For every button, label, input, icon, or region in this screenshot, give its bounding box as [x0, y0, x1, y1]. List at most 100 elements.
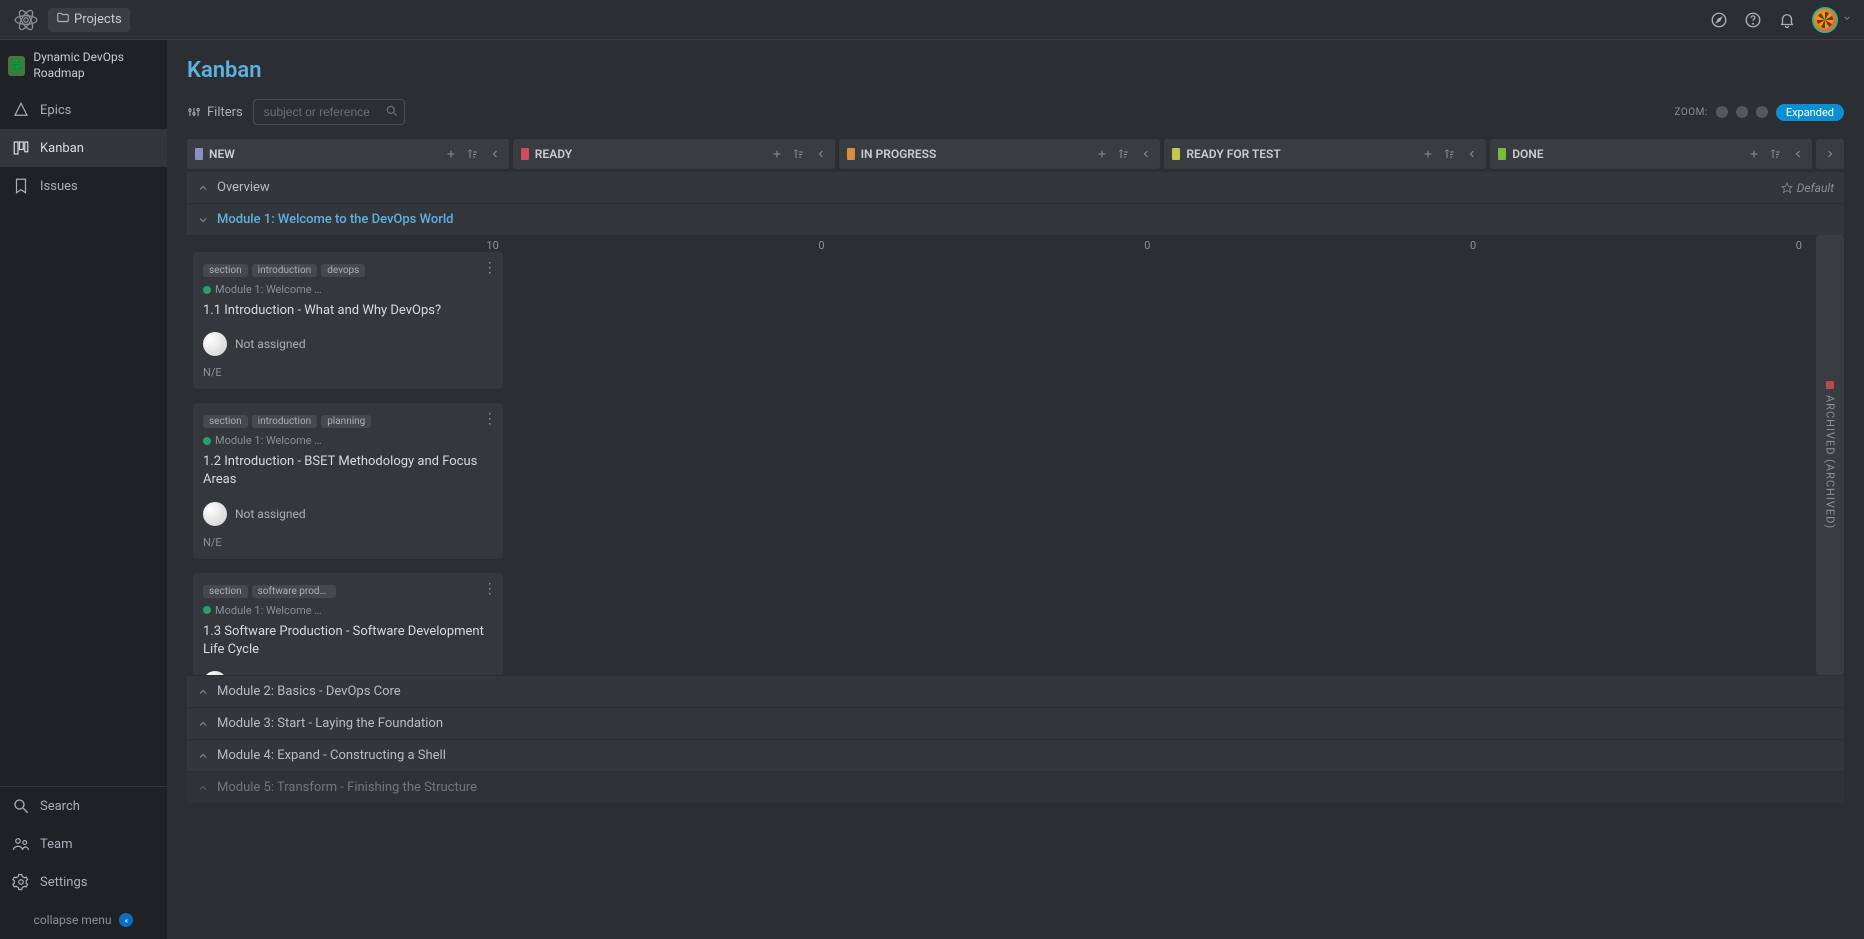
card-tag: software produc…	[252, 585, 336, 598]
add-card[interactable]	[1092, 144, 1112, 164]
sort-column[interactable]	[1766, 144, 1786, 164]
projects-breadcrumb[interactable]: Projects	[48, 8, 130, 32]
nav-epics[interactable]: Epics	[0, 91, 167, 129]
column-count: 0	[1490, 235, 1812, 252]
module-2[interactable]: Module 2: Basics - DevOps Core	[187, 675, 1844, 707]
add-card[interactable]	[441, 144, 461, 164]
module-name: Module 5: Transform - Finishing the Stru…	[217, 780, 477, 795]
chevron-right-icon	[197, 182, 209, 194]
project-switcher[interactable]: 🌲 Dynamic DevOps Roadmap	[0, 40, 167, 91]
add-card[interactable]	[1418, 144, 1438, 164]
nav-issues[interactable]: Issues	[0, 167, 167, 205]
assignee-avatar[interactable]	[203, 671, 227, 675]
sort-column[interactable]	[463, 144, 483, 164]
search-input[interactable]	[253, 99, 405, 125]
card-title: 1.3 Software Production - Software Devel…	[203, 623, 493, 659]
column-color-icon	[1172, 148, 1180, 160]
module-5[interactable]: Module 5: Transform - Finishing the Stru…	[187, 771, 1844, 803]
help-icon[interactable]	[1744, 11, 1762, 29]
add-card[interactable]	[1744, 144, 1764, 164]
chevron-down-icon	[197, 214, 209, 226]
module-name: Module 3: Start - Laying the Foundation	[217, 716, 443, 731]
zoom-level-1[interactable]	[1716, 106, 1728, 118]
zoom-level-2[interactable]	[1736, 106, 1748, 118]
filters-button[interactable]: Filters	[187, 105, 243, 120]
module-name: Module 2: Basics - DevOps Core	[217, 684, 401, 699]
module-4[interactable]: Module 4: Expand - Constructing a Shell	[187, 739, 1844, 771]
collapse-column[interactable]	[1462, 144, 1482, 164]
nav-item-label: Epics	[40, 103, 71, 118]
zoom-level-3[interactable]	[1756, 106, 1768, 118]
sort-column[interactable]	[1440, 144, 1460, 164]
column-title: READY FOR TEST	[1186, 147, 1280, 161]
column-color-icon	[1498, 148, 1506, 160]
card-tag: section	[203, 415, 248, 428]
card-tag: devops	[321, 264, 365, 277]
card-tag: introduction	[252, 415, 318, 428]
card-menu[interactable]: ⋮	[483, 581, 497, 597]
column-count: 0	[1164, 235, 1486, 252]
column-title: IN PROGRESS	[861, 147, 937, 161]
module-3[interactable]: Module 3: Start - Laying the Foundation	[187, 707, 1844, 739]
collapse-icon: «	[119, 913, 133, 927]
column-color-icon	[521, 148, 529, 160]
module-name: Module 4: Expand - Constructing a Shell	[217, 748, 446, 763]
card[interactable]: ⋮ section introduction devops Module 1: …	[193, 252, 503, 389]
column-count: 0	[839, 235, 1161, 252]
chevron-up-icon	[197, 782, 209, 794]
card-estimate: N/E	[203, 536, 493, 549]
sort-column[interactable]	[1114, 144, 1134, 164]
chevron-up-icon	[197, 718, 209, 730]
sort-column[interactable]	[789, 144, 809, 164]
module-1[interactable]: Module 1: Welcome to the DevOps World	[187, 203, 1844, 235]
nav-search[interactable]: Search	[0, 787, 167, 825]
column-title: NEW	[209, 147, 235, 161]
app-logo-icon[interactable]	[12, 6, 40, 34]
user-avatar	[1812, 7, 1838, 33]
user-menu[interactable]	[1812, 7, 1852, 33]
default-label: Default	[1797, 181, 1834, 195]
nav-settings[interactable]: Settings	[0, 863, 167, 901]
collapse-column[interactable]	[1136, 144, 1156, 164]
projects-label: Projects	[74, 12, 122, 27]
assignee-avatar[interactable]	[203, 502, 227, 526]
collapse-label: collapse menu	[34, 913, 112, 927]
module-name: Overview	[217, 180, 270, 195]
column-count: 0	[513, 235, 835, 252]
collapse-column[interactable]	[1788, 144, 1808, 164]
card-tag: planning	[321, 415, 371, 428]
nav-item-label: Kanban	[40, 141, 84, 156]
card-module: Module 1: Welcome to the …	[215, 434, 323, 447]
assignee-avatar[interactable]	[203, 332, 227, 356]
add-card[interactable]	[767, 144, 787, 164]
card-title: 1.2 Introduction - BSET Methodology and …	[203, 453, 493, 489]
card[interactable]: ⋮ section software produc… Module 1: Wel…	[193, 573, 503, 675]
nav-kanban[interactable]: Kanban	[0, 129, 167, 167]
module-overview[interactable]: Overview Default	[187, 171, 1844, 203]
nav-team[interactable]: Team	[0, 825, 167, 863]
card-menu[interactable]: ⋮	[483, 260, 497, 276]
collapse-column[interactable]	[485, 144, 505, 164]
module-dot-icon	[203, 606, 211, 614]
card-title: 1.1 Introduction - What and Why DevOps?	[203, 302, 493, 320]
collapse-menu[interactable]: collapse menu «	[0, 901, 167, 939]
search-box	[253, 99, 405, 125]
nav-item-label: Settings	[40, 875, 87, 890]
column-count: 10	[187, 235, 509, 252]
column-in-progress: IN PROGRESS	[839, 139, 1161, 169]
project-name: Dynamic DevOps Roadmap	[33, 50, 159, 81]
card[interactable]: ⋮ section introduction planning Module 1…	[193, 403, 503, 558]
zoom-label: ZOOM:	[1675, 107, 1708, 118]
compass-icon[interactable]	[1710, 11, 1728, 29]
notifications-icon[interactable]	[1778, 11, 1796, 29]
card-menu[interactable]: ⋮	[483, 411, 497, 427]
page-title: Kanban	[167, 40, 1864, 89]
column-ready: READY	[513, 139, 835, 169]
card-tag: introduction	[252, 264, 318, 277]
archived-column[interactable]: ARCHIVED (ARCHIVED)	[1816, 235, 1844, 675]
collapse-column[interactable]	[811, 144, 831, 164]
nav-item-label: Team	[40, 837, 73, 852]
folder-icon	[56, 11, 70, 29]
scroll-columns-right[interactable]	[1816, 139, 1844, 169]
zoom-expanded[interactable]: Expanded	[1776, 104, 1844, 121]
